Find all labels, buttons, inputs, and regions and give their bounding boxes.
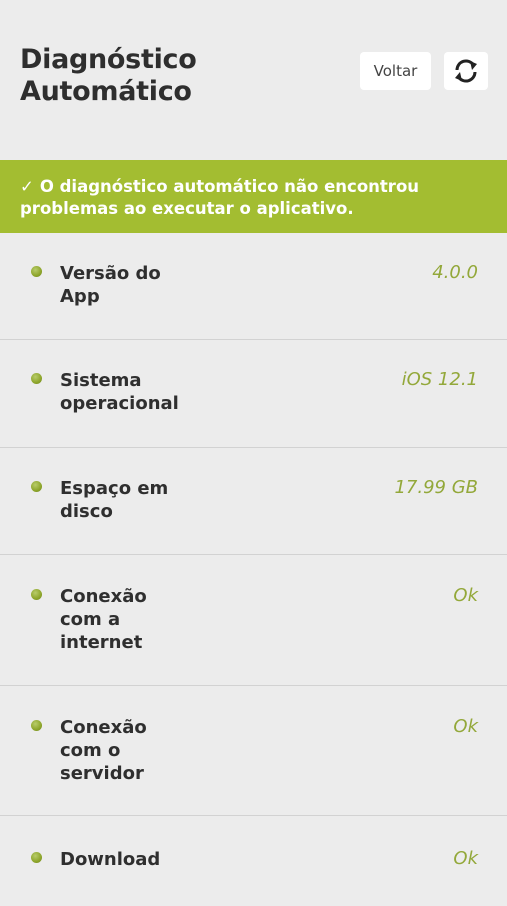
list-item: Versão do App 4.0.0 [0,233,507,340]
item-value: Ok [453,848,478,869]
item-label: Conexão com o servidor [60,717,147,784]
list-item: Download Ok [0,816,507,906]
item-value: 4.0.0 [432,262,478,283]
item-value: iOS 12.1 [401,369,478,390]
status-dot-icon [31,589,42,600]
header: Diagnóstico Automático Voltar [0,0,507,160]
refresh-icon [455,59,477,83]
list-item: Sistema operacional iOS 12.1 [0,340,507,448]
check-icon: ✓ [20,177,34,196]
item-label: Sistema operacional [60,370,179,414]
item-label: Versão do App [60,263,161,307]
item-label: Download [60,849,161,870]
diagnostic-list: Versão do App 4.0.0 Sistema operacional … [0,233,507,906]
banner-message: O diagnóstico automático não encontrou p… [20,177,420,218]
status-dot-icon [31,266,42,277]
page-title: Diagnóstico Automático [20,44,197,108]
back-button[interactable]: Voltar [360,52,431,90]
item-value: 17.99 GB [394,477,478,498]
list-item: Conexão com a internet Ok [0,555,507,686]
status-dot-icon [31,373,42,384]
item-label: Conexão com a internet [60,586,147,653]
status-dot-icon [31,852,42,863]
list-item: Conexão com o servidor Ok [0,686,507,816]
page-title-line2: Automático [20,76,192,107]
success-banner: ✓ O diagnóstico automático não encontrou … [0,160,507,233]
status-dot-icon [31,481,42,492]
refresh-button[interactable] [444,52,488,90]
item-value: Ok [453,716,478,737]
status-dot-icon [31,720,42,731]
page-title-line1: Diagnóstico [20,44,197,75]
item-label: Espaço em disco [60,478,169,522]
item-value: Ok [453,585,478,606]
list-item: Espaço em disco 17.99 GB [0,448,507,555]
